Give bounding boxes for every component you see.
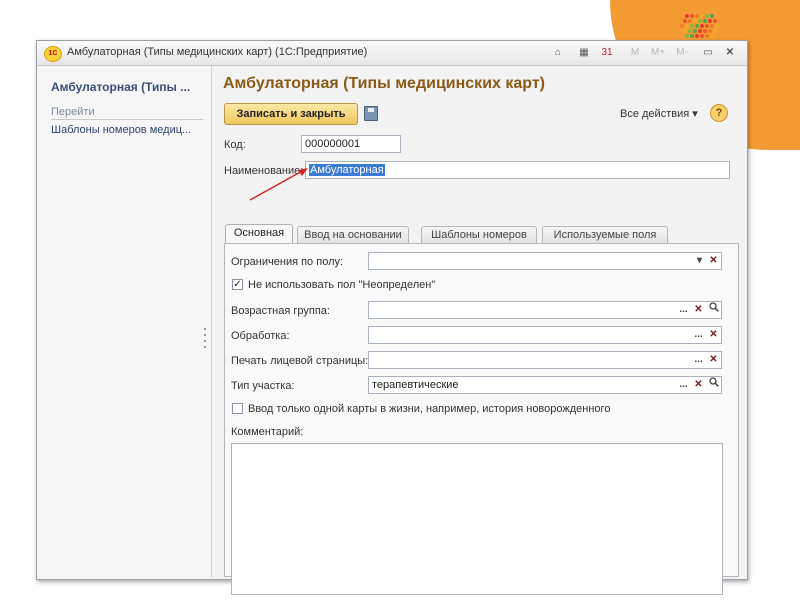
- logo-dot: [707, 19, 712, 23]
- logo-dot: [705, 24, 709, 28]
- choose-button[interactable]: ...: [676, 302, 691, 318]
- logo-dot: [697, 29, 702, 33]
- logo-dot: [712, 29, 717, 33]
- app-window: 1С Амбулаторная (Типы медицинских карт) …: [36, 40, 748, 595]
- logo-dot: [682, 29, 687, 33]
- logo-dot: [695, 24, 699, 28]
- logo-dot: [690, 34, 694, 38]
- logo-dot: [695, 34, 699, 38]
- logo-dot: [702, 29, 707, 33]
- logo-dot: [695, 14, 699, 18]
- logo-dot: [685, 14, 689, 18]
- clear-icon[interactable]: ✕: [691, 302, 706, 318]
- clear-icon[interactable]: ✕: [706, 327, 721, 343]
- home-icon[interactable]: ⌂: [551, 45, 565, 60]
- age-group-label: Возрастная группа:: [231, 305, 330, 317]
- logo-dot: [690, 24, 694, 28]
- restore-icon[interactable]: ▭: [701, 45, 715, 60]
- annotation-arrow: [249, 168, 308, 201]
- title-bar: 1С Амбулаторная (Типы медицинских карт) …: [37, 41, 747, 66]
- area-type-label: Тип участка:: [231, 380, 295, 392]
- choose-button[interactable]: ...: [676, 377, 691, 393]
- logo-dot: [710, 34, 714, 38]
- logo-dot: [700, 34, 704, 38]
- no-undefined-gender-checkbox[interactable]: ✓: [232, 279, 243, 290]
- no-undefined-gender-label: Не использовать пол "Неопределен": [248, 279, 436, 291]
- processing-label: Обработка:: [231, 330, 290, 342]
- comment-textarea[interactable]: [231, 443, 723, 595]
- single-card-checkbox[interactable]: [232, 403, 243, 414]
- chevron-down-icon[interactable]: ▾: [692, 253, 707, 269]
- calculator-icon[interactable]: ▦: [577, 45, 591, 60]
- single-card-label: Ввод только одной карты в жизни, наприме…: [248, 403, 611, 415]
- clear-icon[interactable]: ✕: [706, 253, 721, 269]
- memory-m-button[interactable]: M: [628, 45, 642, 60]
- choose-button[interactable]: ...: [691, 352, 706, 368]
- window-title: Амбулаторная (Типы медицинских карт) (1С…: [67, 46, 368, 58]
- choose-button[interactable]: ...: [691, 327, 706, 343]
- logo-dot: [680, 24, 684, 28]
- print-front-page-field[interactable]: [368, 351, 722, 369]
- logo-dot: [705, 34, 709, 38]
- tab-main[interactable]: Основная: [225, 224, 293, 244]
- sidebar-link-number-templates[interactable]: Шаблоны номеров медиц...: [51, 124, 191, 136]
- logo-dot: [700, 24, 704, 28]
- logo-dot: [710, 24, 714, 28]
- navigation-panel: Амбулаторная (Типы ... Перейти Шаблоны н…: [37, 66, 212, 578]
- gender-restriction-label: Ограничения по полу:: [231, 256, 344, 268]
- age-group-field[interactable]: [368, 301, 722, 319]
- memory-plus-button[interactable]: M+: [649, 45, 667, 60]
- close-icon[interactable]: ✕: [723, 45, 737, 60]
- logo-dot: [692, 29, 697, 33]
- processing-field[interactable]: [368, 326, 722, 344]
- 1c-logo-icon: 1С: [44, 46, 62, 62]
- print-front-page-label: Печать лицевой страницы:: [231, 355, 369, 367]
- logo-dot: [705, 14, 709, 18]
- memory-minus-button[interactable]: M-: [673, 45, 691, 60]
- comment-label: Комментарий:: [231, 426, 304, 438]
- logo-dot: [712, 19, 717, 23]
- form-area: Амбулаторная (Типы медицинских карт) Зап…: [212, 66, 747, 595]
- logo-dot: [710, 14, 714, 18]
- logo-dot: [687, 19, 692, 23]
- tab-panel-main: Ограничения по полу: ▾ ✕ ✓ Не использова…: [224, 243, 739, 595]
- logo-dot: [687, 29, 692, 33]
- gender-restriction-select[interactable]: [368, 252, 722, 270]
- search-icon[interactable]: [706, 377, 721, 393]
- logo-dot: [682, 19, 687, 23]
- logo-dot: [707, 29, 712, 33]
- logo-dot: [715, 24, 719, 28]
- logo-dot: [692, 19, 697, 23]
- logo-dot: [690, 14, 694, 18]
- tab-number-templates[interactable]: Шаблоны номеров: [421, 226, 537, 244]
- calendar-icon[interactable]: 31: [599, 45, 615, 60]
- sidebar-section-goto: Перейти: [51, 106, 203, 120]
- logo-dot: [700, 14, 704, 18]
- sidebar-title: Амбулаторная (Типы ...: [51, 80, 191, 94]
- logo-dot: [685, 34, 689, 38]
- logo-dot: [697, 19, 702, 23]
- tab-input-based[interactable]: Ввод на основании: [297, 226, 409, 244]
- logo-dot: [685, 24, 689, 28]
- clear-icon[interactable]: ✕: [691, 377, 706, 393]
- area-type-field[interactable]: терапевтические: [368, 376, 722, 394]
- clear-icon[interactable]: ✕: [706, 352, 721, 368]
- tab-used-fields[interactable]: Используемые поля: [542, 226, 668, 244]
- logo-dot: [702, 19, 707, 23]
- search-icon[interactable]: [706, 302, 721, 318]
- panel-splitter-handle[interactable]: [203, 328, 207, 358]
